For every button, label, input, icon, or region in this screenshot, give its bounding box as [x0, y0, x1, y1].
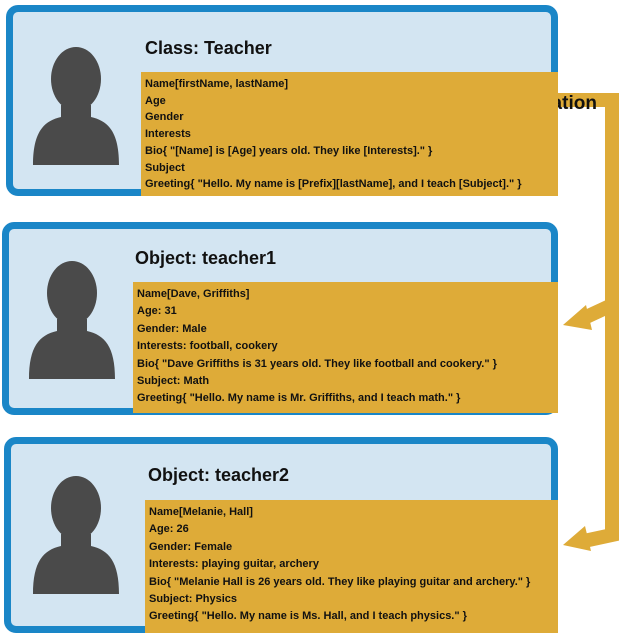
card-title: Class: Teacher — [145, 38, 272, 58]
property-greeting: Greeting{ "Hello. My name is Mr. Griffit… — [137, 392, 461, 405]
property-name: Name[Dave, Griffiths] — [137, 288, 250, 300]
property-name: Name[Melanie, Hall] — [149, 506, 253, 518]
property-gender: Gender — [145, 111, 184, 124]
card-title: Object: teacher1 — [135, 248, 277, 268]
property-interests: Interests — [145, 128, 191, 141]
property-greeting: Greeting{ "Hello. My name is Ms. Hall, a… — [149, 610, 467, 623]
property-subject: Subject: Math — [137, 375, 210, 388]
person-silhouette-icon — [33, 47, 119, 165]
card-title: Object: teacher2 — [148, 465, 290, 485]
property-subject: Subject — [145, 161, 185, 174]
properties-panel: Name[firstName, lastName] Age Gender Int… — [141, 72, 558, 196]
class-teacher-card: Class: Teacher Name[firstName, lastName]… — [6, 5, 558, 196]
property-subject: Subject: Physics — [149, 593, 238, 606]
instantiation-arrow-branch — [581, 298, 615, 325]
properties-panel: Name[Melanie, Hall] Age: 26 Gender: Fema… — [145, 500, 558, 633]
property-name: Name[firstName, lastName] — [145, 78, 289, 90]
person-silhouette-icon — [29, 261, 115, 379]
property-age: Age: 31 — [137, 305, 177, 318]
property-interests: Interests: playing guitar, archery — [149, 558, 319, 571]
person-silhouette-icon — [33, 476, 119, 594]
arrowhead-to-teacher1 — [563, 305, 592, 330]
property-bio: Bio{ "Dave Griffiths is 31 years old. Th… — [137, 357, 497, 370]
property-bio: Bio{ "Melanie Hall is 26 years old. They… — [149, 575, 531, 588]
arrowhead-to-teacher2 — [563, 526, 591, 551]
property-age: Age — [145, 94, 166, 107]
instantiation-arrow-shaft — [549, 93, 619, 548]
properties-panel: Name[Dave, Griffiths] Age: 31 Gender: Ma… — [133, 282, 558, 413]
object-teacher2-card: Object: teacher2 Name[Melanie, Hall] Age… — [4, 437, 558, 633]
object-teacher1-card: Object: teacher1 Name[Dave, Griffiths] A… — [2, 222, 558, 415]
property-age: Age: 26 — [149, 523, 189, 536]
property-interests: Interests: football, cookery — [137, 340, 278, 353]
property-bio: Bio{ "[Name] is [Age] years old. They li… — [145, 144, 433, 157]
property-gender: Gender: Female — [149, 540, 233, 553]
property-greeting: Greeting{ "Hello. My name is [Prefix][la… — [145, 178, 522, 191]
property-gender: Gender: Male — [137, 322, 207, 335]
